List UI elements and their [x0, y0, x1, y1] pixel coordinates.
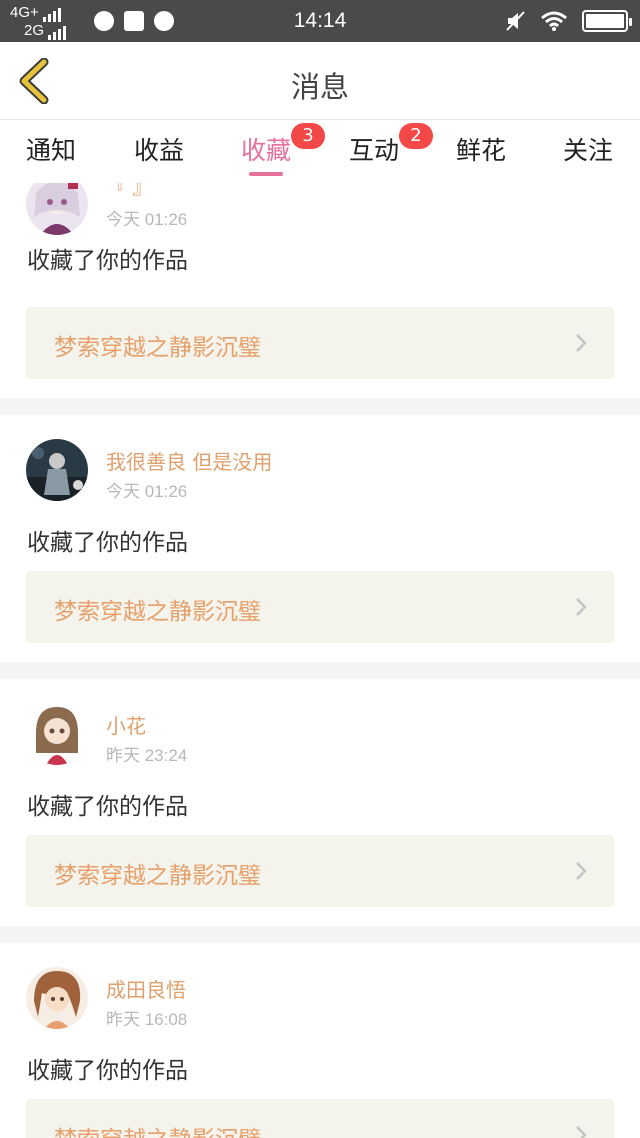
tab-follows[interactable]: 关注	[563, 131, 613, 167]
tab-label: 互动	[349, 136, 400, 165]
work-link[interactable]: 梦索穿越之静影沉璧	[26, 307, 614, 379]
work-title: 梦索穿越之静影沉璧	[54, 599, 261, 625]
battery-icon	[582, 10, 632, 32]
username[interactable]: 我很善良 但是没用	[106, 446, 272, 475]
unread-badge: 2	[399, 123, 434, 149]
status-right	[504, 10, 632, 32]
work-link[interactable]: 梦索穿越之静影沉璧	[26, 835, 614, 907]
avatar[interactable]	[26, 703, 88, 765]
timestamp: 昨天 16:08	[106, 1010, 188, 1029]
tab-label: 鲜花	[456, 136, 507, 165]
list-item: 『 』 今天 01:26 收藏了你的作品 梦索穿越之静影沉璧	[0, 183, 640, 398]
tab-interactions[interactable]: 互动 2	[349, 123, 434, 167]
tab-bar: 通知 收益 收藏 3 互动 2 鲜花 关注	[0, 121, 640, 183]
wifi-icon	[541, 11, 567, 31]
message-feed[interactable]: 『 』 今天 01:26 收藏了你的作品 梦索穿越之静影沉璧 我很善良 但是没用…	[0, 183, 640, 1138]
action-text: 收藏了你的作品	[27, 794, 188, 820]
list-item: 成田良悟 昨天 16:08 收藏了你的作品 梦索穿越之静影沉璧	[0, 943, 640, 1138]
avatar[interactable]	[26, 439, 88, 501]
tab-favorites[interactable]: 收藏 3	[241, 123, 326, 176]
username[interactable]: 小花	[106, 710, 146, 739]
nav-header: 消息	[0, 42, 640, 120]
tab-notifications[interactable]: 通知	[26, 131, 76, 167]
mute-icon	[506, 11, 525, 31]
action-text: 收藏了你的作品	[27, 530, 188, 556]
timestamp: 昨天 23:24	[106, 746, 188, 765]
work-link[interactable]: 梦索穿越之静影沉璧	[26, 571, 614, 643]
page-title: 消息	[290, 70, 349, 104]
work-title: 梦索穿越之静影沉璧	[54, 1120, 261, 1138]
action-text: 收藏了你的作品	[27, 1058, 188, 1084]
tab-label: 关注	[563, 136, 614, 165]
tab-label: 收藏	[241, 136, 292, 165]
work-link[interactable]: 梦索穿越之静影沉璧	[26, 1099, 614, 1138]
list-item: 我很善良 但是没用 今天 01:26 收藏了你的作品 梦索穿越之静影沉璧	[0, 415, 640, 662]
chevron-right-icon	[576, 862, 587, 880]
timestamp: 今天 01:26	[106, 482, 188, 501]
action-text: 收藏了你的作品	[27, 248, 188, 274]
username[interactable]: 『 』	[106, 183, 152, 200]
status-bar: 4G+ 2G 14:14	[0, 0, 640, 42]
work-title: 梦索穿越之静影沉璧	[54, 335, 261, 361]
chevron-right-icon	[576, 1126, 587, 1138]
work-title: 梦索穿越之静影沉璧	[54, 863, 261, 889]
tab-label: 通知	[26, 136, 77, 165]
username[interactable]: 成田良悟	[106, 974, 186, 1003]
avatar[interactable]	[26, 967, 88, 1029]
avatar[interactable]	[26, 183, 88, 235]
unread-badge: 3	[291, 123, 326, 149]
tab-flowers[interactable]: 鲜花	[456, 131, 506, 167]
active-tab-indicator	[249, 172, 284, 176]
tab-label: 收益	[134, 136, 185, 165]
tab-earnings[interactable]: 收益	[134, 131, 184, 167]
chevron-right-icon	[576, 334, 587, 352]
list-item: 小花 昨天 23:24 收藏了你的作品 梦索穿越之静影沉璧	[0, 679, 640, 926]
chevron-right-icon	[576, 598, 587, 616]
timestamp: 今天 01:26	[106, 210, 188, 229]
